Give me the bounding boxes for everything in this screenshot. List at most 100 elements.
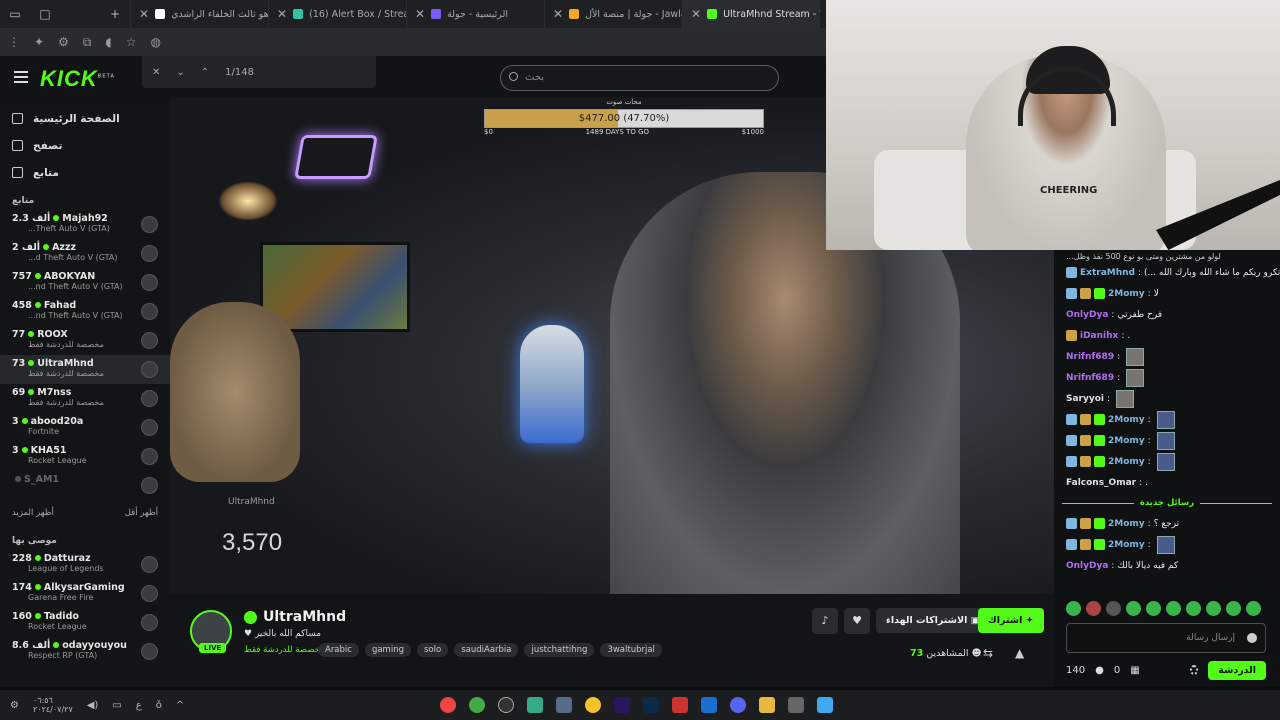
chat-username[interactable]: iDanihx [1080, 331, 1118, 341]
chrome-icon[interactable] [440, 697, 456, 713]
volume-icon[interactable]: ◀) [87, 700, 99, 711]
settings-icon[interactable]: ⚙ [58, 35, 69, 49]
search-input[interactable]: بحث [500, 65, 779, 91]
chat-username[interactable]: 2Momy [1108, 415, 1145, 425]
screenshot-icon[interactable]: ⧉ [83, 35, 92, 50]
chat-username[interactable]: 2Momy [1108, 540, 1145, 550]
outlook-icon[interactable] [701, 697, 717, 713]
emote-icon[interactable] [1106, 601, 1121, 616]
emote-icon[interactable] [1166, 601, 1181, 616]
report-icon[interactable]: ▲ [1015, 646, 1024, 660]
chrome-icon[interactable] [585, 697, 601, 713]
tab-close-icon[interactable]: ✕ [277, 7, 287, 21]
chrome-icon[interactable] [469, 697, 485, 713]
sidebar-channel[interactable]: 3 KHA51 Rocket League [0, 442, 170, 471]
discord-icon[interactable] [730, 697, 746, 713]
sidebar-channel[interactable]: 69 M7nss مخصصة للدردشة فقط [0, 384, 170, 413]
chat-username[interactable]: 2Momy [1108, 519, 1145, 529]
notification-bell-button[interactable]: ♪ [812, 608, 838, 634]
hamburger-menu-icon[interactable] [14, 71, 28, 83]
browser-tab[interactable]: ✕ UltraMhnd Stream - W [682, 0, 820, 28]
emote-icon[interactable] [1086, 601, 1101, 616]
emote-icon[interactable] [1126, 601, 1141, 616]
stream-tag[interactable]: solo [416, 643, 449, 657]
sidebar-nav-item[interactable]: تصفح [0, 132, 170, 159]
obs-icon[interactable] [498, 697, 514, 713]
sidebar-channel[interactable]: S_AM1 [0, 471, 170, 500]
chevron-down-icon[interactable]: ⌄ [176, 67, 184, 78]
photoshop-icon[interactable] [643, 697, 659, 713]
store-icon[interactable] [788, 697, 804, 713]
browser-tab[interactable]: ✕ جولة | منصة الأل - Jawlah [544, 0, 682, 28]
chevron-up-icon[interactable]: ⌃ [201, 67, 209, 78]
chat-username[interactable]: OnlyDya [1066, 310, 1108, 320]
tab-close-icon[interactable]: ✕ [691, 7, 701, 21]
chat-username[interactable]: 2Momy [1108, 457, 1145, 467]
settings-app-icon[interactable] [556, 697, 572, 713]
settings-gear-icon[interactable]: ⚙ [10, 700, 19, 711]
stream-tag[interactable]: justchattihng [524, 643, 595, 657]
share-icon[interactable]: ⇆ [983, 646, 993, 660]
sidebar-channel[interactable]: 3 abood20a Fortnite [0, 413, 170, 442]
channel-name[interactable]: UltraMhnd [244, 609, 346, 625]
gift-subs-button[interactable]: الاشتراكات الهداء ▣ [876, 608, 990, 633]
sidebar-channel[interactable]: 757 ABOKYAN ...nd Theft Auto V (GTA) [0, 268, 170, 297]
stream-tag[interactable]: Arabic [318, 643, 359, 657]
stream-category[interactable]: مخصصة للدردشة فقط [244, 645, 325, 655]
sidebar-nav-item[interactable]: متابع [0, 159, 170, 186]
tab-close-icon[interactable]: ✕ [415, 7, 425, 21]
chat-username[interactable]: 2Momy [1108, 289, 1145, 299]
chat-username[interactable]: 2Momy [1108, 436, 1145, 446]
tab-close-icon[interactable]: ✕ [553, 7, 563, 21]
chat-username[interactable]: Saryyoi [1066, 394, 1104, 404]
copilot-icon[interactable]: ◍ [151, 35, 161, 49]
new-tab-icon[interactable]: + [100, 7, 130, 21]
emote-icon[interactable] [1146, 601, 1161, 616]
sidebar-nav-item[interactable]: الصفحة الرئيسية [0, 105, 170, 132]
premiere-icon[interactable] [614, 697, 630, 713]
app-icon[interactable] [527, 697, 543, 713]
emote-icon[interactable] [1246, 601, 1261, 616]
tray-chevron-icon[interactable]: ^ [176, 700, 184, 711]
show-less-link[interactable]: أظهر أقل [125, 508, 158, 518]
restore-icon[interactable]: □ [30, 7, 60, 21]
sidebar-channel[interactable]: 73 UltraMhnd مخصصة للدردشة فقط [0, 355, 170, 384]
chat-username[interactable]: Nrifnf689 [1066, 373, 1114, 383]
chat-username[interactable]: Nrifnf689 [1066, 352, 1114, 362]
close-icon[interactable]: ✕ [152, 67, 160, 78]
stream-tag[interactable]: gaming [364, 643, 411, 657]
sidebar-channel[interactable]: 77 ROOX مخصصة للدردشة فقط [0, 326, 170, 355]
language-icon[interactable]: ع [136, 700, 142, 711]
chat-settings-icon[interactable] [1189, 665, 1199, 675]
tab-close-icon[interactable]: ✕ [139, 7, 149, 21]
sidebar-channel[interactable]: 160 Tadido Rocket League [0, 608, 170, 637]
browser-tab[interactable]: ✕ الرئيسية - جولة [406, 0, 544, 28]
menu-dots-icon[interactable]: ⋮ [8, 35, 20, 49]
chat-send-button[interactable]: الدردشة [1208, 660, 1266, 680]
app-icon[interactable] [672, 697, 688, 713]
sidebar-channel[interactable]: 458 Fahad ...nd Theft Auto V (GTA) [0, 297, 170, 326]
chat-username[interactable]: ExtraMhnd [1080, 268, 1135, 278]
extension-icon[interactable]: ✦ [34, 35, 44, 49]
emoji-icon[interactable] [1247, 633, 1257, 643]
sidebar-channel[interactable]: 174 AlkysarGaming Garena Free Fire [0, 579, 170, 608]
gift-icon[interactable]: ▦ [1130, 665, 1139, 676]
bookmark-star-icon[interactable]: ☆ [126, 35, 137, 49]
folder-icon[interactable] [759, 697, 775, 713]
sidebar-channel[interactable]: 2 ألف Azzz ...d Theft Auto V (GTA) [0, 239, 170, 268]
kick-logo[interactable]: KICKBETA [40, 66, 115, 92]
microphone-icon[interactable]: ǒ [156, 700, 162, 711]
subscribe-button[interactable]: اشتراك ✦ [978, 608, 1044, 633]
sidebar-channel[interactable]: 2.3 ألف Majah92 ...Theft Auto V (GTA) [0, 210, 170, 239]
minimize-icon[interactable]: ▭ [0, 7, 30, 21]
sidebar-channel[interactable]: 8.6 ألف odayyouyou Respect RP (GTA) [0, 637, 170, 666]
emote-icon[interactable] [1226, 601, 1241, 616]
chat-username[interactable]: Falcons_Omar [1066, 478, 1136, 488]
emote-icon[interactable] [1066, 601, 1081, 616]
network-icon[interactable]: ▭ [112, 700, 121, 711]
browser-tab[interactable]: ✕ (16) Alert Box / Streamlab [268, 0, 406, 28]
sidebar-channel[interactable]: 228 Datturaz League of Legends [0, 550, 170, 579]
stream-tag[interactable]: saudiAarbia [454, 643, 519, 657]
windows-icon[interactable] [817, 697, 833, 713]
browser-tab[interactable]: ✕ ما هو ثالث الخلفاء الراشدي [130, 0, 268, 28]
